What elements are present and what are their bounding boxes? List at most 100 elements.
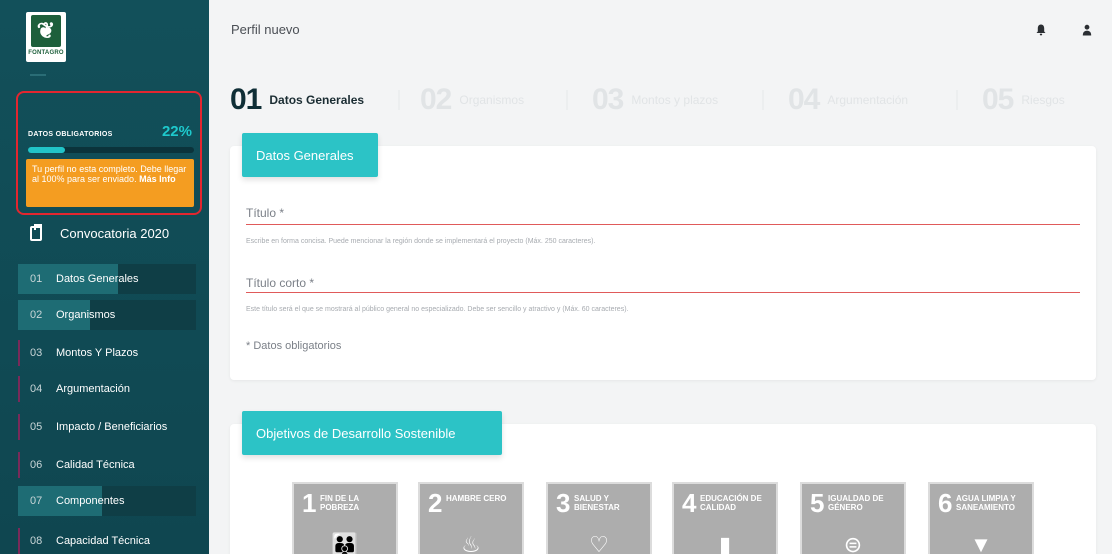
titulo-corto-field-underline (246, 292, 1080, 293)
step-montos-y-plazos[interactable]: 03 Montos y plazos (592, 82, 718, 118)
required-fields-note: * Datos obligatorios (246, 340, 342, 352)
sidebar-item-number: 03 (30, 347, 43, 359)
ods-title: FIN DE LA POBREZA (320, 494, 360, 512)
more-info-link[interactable]: Más Info (139, 174, 176, 184)
book-icon: ▮ (718, 532, 732, 554)
step-number: 05 (982, 83, 1014, 116)
ods-tile[interactable]: 2 HAMBRE CERO ♨ (418, 482, 524, 554)
sidebar-item-capacidad-tecnica[interactable]: 08 Capacidad Técnica (18, 526, 196, 554)
ods-number: 5 (810, 488, 825, 518)
step-datos-generales[interactable]: 01 Datos Generales (230, 82, 364, 118)
sidebar-item-label: Calidad Técnica (56, 459, 135, 471)
fontagro-logo[interactable]: ❦ FONTAGRO (26, 12, 66, 62)
divider (30, 74, 46, 76)
user-icon[interactable] (1082, 24, 1092, 36)
item-accent (18, 340, 20, 366)
sidebar-item-argumentacion[interactable]: 04 Argumentación (18, 374, 196, 404)
ods-title: EDUCACIÓN DE CALIDAD (700, 494, 762, 512)
ods-title: SALUD Y BIENESTAR (574, 494, 620, 512)
ods-tile[interactable]: 5 IGUALDAD DE GÉNERO ⊜ (800, 482, 906, 554)
progress-bar (28, 147, 194, 153)
step-separator (956, 90, 958, 110)
water-drop-icon: ▼ (970, 532, 992, 554)
sidebar-item-label: Impacto / Beneficiarios (56, 421, 168, 433)
sidebar-item-calidad-tecnica[interactable]: 06 Calidad Técnica (18, 450, 196, 480)
step-riesgos[interactable]: 05 Riesgos (982, 82, 1065, 118)
ods-number: 4 (682, 488, 697, 518)
sidebar-item-organismos[interactable]: 02 Organismos (18, 300, 196, 330)
ods-title: HAMBRE CERO (446, 494, 507, 503)
form-stepper: 01 Datos Generales 02 Organismos 03 Mont… (230, 82, 1112, 118)
step-separator (762, 90, 764, 110)
step-number: 02 (420, 83, 452, 116)
sidebar-item-number: 08 (30, 535, 43, 547)
sidebar-item-number: 01 (30, 273, 43, 285)
step-label: Datos Generales (269, 93, 365, 107)
step-number: 04 (788, 83, 820, 116)
ods-number: 1 (302, 488, 317, 518)
page-title: Perfil nuevo (231, 22, 300, 37)
sidebar-item-montos-y-plazos[interactable]: 03 Montos Y Plazos (18, 338, 196, 368)
ods-title: IGUALDAD DE GÉNERO (828, 494, 884, 512)
titulo-help-text: Escribe en forma concisa. Puede menciona… (246, 238, 596, 245)
titulo-field-underline (246, 224, 1080, 225)
convocatoria-label: Convocatoria 2020 (60, 226, 170, 241)
sidebar-item-componentes[interactable]: 07 Componentes (18, 486, 196, 516)
step-number: 03 (592, 83, 624, 116)
required-data-label: DATOS OBLIGATORIOS (28, 131, 113, 138)
step-label: Organismos (459, 93, 525, 107)
sidebar-item-label: Componentes (56, 495, 125, 507)
ods-number: 2 (428, 488, 443, 518)
item-accent (18, 528, 20, 554)
ods-tile[interactable]: 3 SALUD Y BIENESTAR ♡ (546, 482, 652, 554)
item-accent (18, 452, 20, 478)
convocatoria-link[interactable]: Convocatoria 2020 (30, 224, 170, 241)
sidebar-item-label: Capacidad Técnica (56, 535, 150, 547)
incomplete-profile-warning: Tu perfil no esta completo. Debe llegar … (26, 159, 194, 207)
gender-equality-icon: ⊜ (843, 532, 863, 554)
sidebar-item-number: 04 (30, 383, 43, 395)
required-data-percent: 22% (161, 123, 192, 140)
sidebar-item-number: 05 (30, 421, 43, 433)
item-accent (18, 376, 20, 402)
heartbeat-icon: ♡ (589, 532, 609, 554)
step-label: Montos y plazos (631, 93, 719, 107)
sidebar-item-number: 07 (30, 495, 43, 507)
sidebar-item-label: Argumentación (56, 383, 130, 395)
ods-title: AGUA LIMPIA Y SANEAMIENTO (956, 494, 1016, 512)
step-label: Riesgos (1021, 93, 1065, 107)
titulo-corto-field[interactable]: Título corto * (246, 276, 314, 290)
ods-tile[interactable]: 6 AGUA LIMPIA Y SANEAMIENTO ▼ (928, 482, 1034, 554)
sidebar: ❦ FONTAGRO DATOS OBLIGATORIOS 22% Tu per… (0, 0, 209, 554)
logo-mark-icon: ❦ (31, 15, 61, 47)
step-separator (566, 90, 568, 110)
top-bar: Perfil nuevo (209, 0, 1112, 60)
sidebar-item-datos-generales[interactable]: 01 Datos Generales (18, 264, 196, 294)
ods-tile[interactable]: 4 EDUCACIÓN DE CALIDAD ▮ (672, 482, 778, 554)
sidebar-item-label: Montos Y Plazos (56, 347, 139, 359)
bell-icon[interactable] (1036, 24, 1046, 36)
section-header: Datos Generales (242, 133, 378, 177)
step-separator (398, 90, 400, 110)
bowl-icon: ♨ (461, 532, 481, 554)
item-accent (18, 414, 20, 440)
ods-tile[interactable]: 1 FIN DE LA POBREZA 👪 (292, 482, 398, 554)
step-label: Argumentación (827, 93, 909, 107)
logo-text: FONTAGRO (28, 50, 64, 56)
progress-bar-fill (28, 147, 65, 153)
titulo-corto-help-text: Este título será el que se mostrará al p… (246, 306, 629, 313)
sidebar-item-label: Datos Generales (56, 273, 139, 285)
required-data-progress-box: DATOS OBLIGATORIOS 22% Tu perfil no esta… (16, 91, 202, 215)
sidebar-item-number: 06 (30, 459, 43, 471)
people-icon: 👪 (331, 532, 359, 554)
clipboard-icon (30, 224, 42, 241)
step-organismos[interactable]: 02 Organismos (420, 82, 524, 118)
ods-number: 6 (938, 488, 953, 518)
step-number: 01 (230, 83, 262, 116)
step-argumentacion[interactable]: 04 Argumentación (788, 82, 908, 118)
titulo-field[interactable]: Título * (246, 206, 284, 220)
sidebar-item-number: 02 (30, 309, 43, 321)
datos-generales-card: Datos Generales Título * Escribe en form… (230, 133, 1096, 380)
sidebar-item-impacto-beneficiarios[interactable]: 05 Impacto / Beneficiarios (18, 412, 196, 442)
ods-number: 3 (556, 488, 571, 518)
